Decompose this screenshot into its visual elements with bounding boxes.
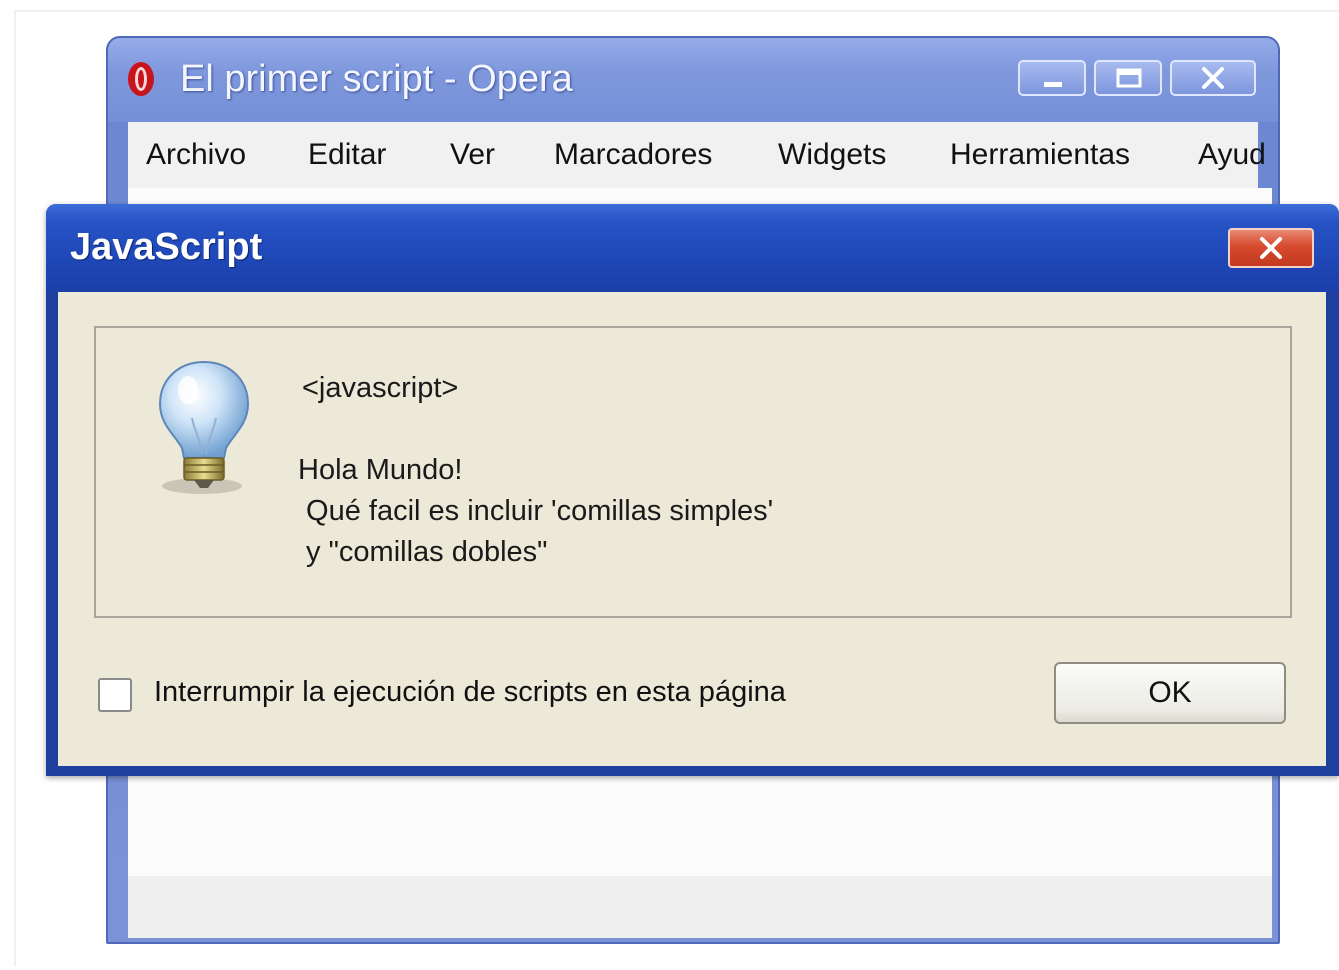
javascript-alert-dialog: JavaScript <javascript> Hola Mundo! Qué …: [46, 204, 1339, 776]
ok-button[interactable]: OK: [1054, 662, 1286, 724]
browser-window-title: El primer script - Opera: [180, 58, 573, 100]
maximize-button[interactable]: [1094, 60, 1162, 96]
message-line: Hola Mundo!: [298, 454, 463, 486]
interrupt-scripts-label[interactable]: Interrumpir la ejecución de scripts en e…: [154, 676, 786, 709]
browser-close-button[interactable]: [1170, 60, 1256, 96]
menu-item-widgets[interactable]: Widgets: [778, 138, 886, 172]
message-line: Qué facil es incluir 'comillas simples': [298, 495, 774, 527]
menu-item-editar[interactable]: Editar: [308, 138, 386, 172]
close-icon: [1260, 237, 1282, 259]
menu-item-herramientas[interactable]: Herramientas: [950, 138, 1130, 172]
dialog-close-button[interactable]: [1228, 228, 1314, 268]
dialog-titlebar[interactable]: JavaScript: [46, 204, 1339, 292]
menu-item-marcadores[interactable]: Marcadores: [554, 138, 712, 172]
menu-item-ver[interactable]: Ver: [450, 138, 495, 172]
minimize-icon: [1044, 82, 1062, 87]
maximize-icon: [1116, 68, 1142, 88]
lightbulb-icon: [158, 360, 250, 494]
message-source: <javascript>: [302, 372, 459, 404]
minimize-button[interactable]: [1018, 60, 1086, 96]
close-icon: [1202, 67, 1224, 89]
message-line: y "comillas dobles": [298, 536, 548, 568]
menu-item-archivo[interactable]: Archivo: [146, 138, 246, 172]
browser-statusbar: [128, 876, 1272, 938]
opera-logo-icon: [128, 62, 154, 96]
browser-titlebar[interactable]: El primer script - Opera: [108, 38, 1278, 122]
dialog-body: <javascript> Hola Mundo! Qué facil es in…: [58, 292, 1326, 766]
dialog-title: JavaScript: [70, 226, 263, 268]
browser-menubar: Archivo Editar Ver Marcadores Widgets He…: [128, 122, 1266, 188]
menu-item-ayuda[interactable]: Ayud: [1198, 138, 1266, 172]
interrupt-scripts-checkbox[interactable]: [98, 678, 132, 712]
screenshot-canvas: El primer script - Opera Archivo Editar …: [0, 0, 1339, 970]
message-panel: <javascript> Hola Mundo! Qué facil es in…: [94, 326, 1292, 618]
